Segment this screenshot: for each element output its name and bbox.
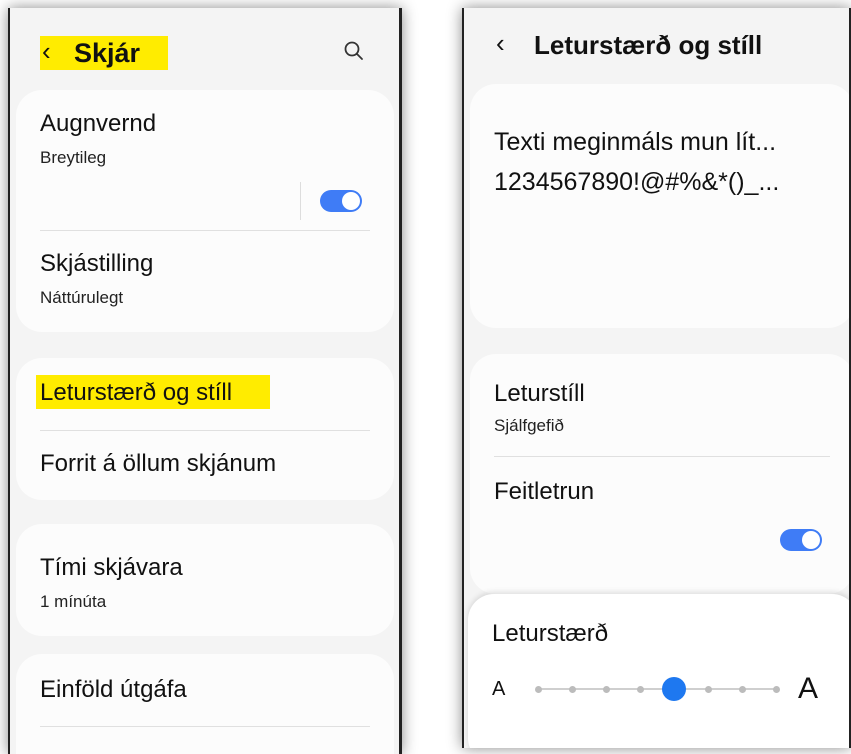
chevron-left-icon: ‹ (42, 36, 51, 66)
settings-card-2: Leturstærð og stíll Forrit á öllum skján… (16, 358, 394, 500)
slider-step-dot[interactable] (636, 685, 644, 693)
slider-step-dot[interactable] (704, 685, 712, 693)
font-size-card: Leturstærð A A (468, 594, 849, 748)
slider-step-dot[interactable] (772, 685, 780, 693)
page-title: Leturstærð og stíll (534, 30, 763, 60)
settings-card-4: Einföld útgáfa (16, 654, 394, 754)
slider-thumb[interactable] (662, 677, 686, 701)
screen-mode-title: Skjástilling (40, 250, 154, 277)
font-options-card: Leturstíll Sjálfgefið Feitletrun (470, 354, 849, 594)
font-size-style-screen: ‹ Leturstærð og stíll Texti meginmáls mu… (462, 8, 851, 748)
easy-mode-title: Einföld útgáfa (40, 676, 187, 703)
chevron-left-icon: ‹ (496, 28, 505, 58)
screen-mode-subtitle: Náttúrulegt (40, 288, 124, 307)
divider (40, 230, 370, 231)
preview-line-1: Texti meginmáls mun lít... (494, 128, 777, 156)
toggle-knob (342, 192, 360, 210)
search-button[interactable] (343, 40, 365, 67)
font-size-slider[interactable] (534, 676, 780, 702)
slider-step-dot[interactable] (568, 685, 576, 693)
divider (40, 726, 370, 727)
bold-font-title: Feitletrun (494, 478, 595, 505)
preview-line-2: 1234567890!@#%&*()_... (494, 168, 780, 196)
back-button[interactable]: ‹ (42, 38, 51, 64)
slider-step-dot[interactable] (602, 685, 610, 693)
full-screen-apps-title: Forrit á öllum skjánum (40, 450, 277, 477)
font-size-title: Leturstærð (492, 620, 609, 647)
divider (494, 456, 830, 457)
small-a-label: A (492, 678, 506, 700)
page-title: Skjár (74, 38, 141, 68)
font-style-subtitle: Sjálfgefið (494, 416, 564, 435)
toggle-separator (300, 182, 301, 220)
display-settings-screen: ‹ Skjár Augnvernd Breytileg Skjástilling… (8, 8, 402, 754)
toggle-knob (802, 531, 820, 549)
settings-card-1: Augnvernd Breytileg Skjástilling Náttúru… (16, 90, 394, 332)
eye-comfort-subtitle: Breytileg (40, 148, 107, 167)
large-a-label: A (798, 672, 819, 705)
search-icon (344, 41, 363, 60)
font-size-style-title: Leturstærð og stíll (40, 379, 233, 406)
screen-timeout-subtitle: 1 mínúta (40, 592, 107, 611)
bold-font-toggle[interactable] (780, 529, 822, 551)
eye-comfort-toggle[interactable] (320, 190, 362, 212)
back-button[interactable]: ‹ (496, 30, 505, 56)
slider-step-dot[interactable] (738, 685, 746, 693)
font-preview-card: Texti meginmáls mun lít... 1234567890!@#… (470, 84, 849, 328)
screen-timeout-title: Tími skjávara (40, 554, 183, 581)
font-style-title: Leturstíll (494, 380, 585, 407)
settings-card-3: Tími skjávara 1 mínúta (16, 524, 394, 636)
eye-comfort-title: Augnvernd (40, 110, 157, 137)
slider-step-dot[interactable] (534, 685, 542, 693)
divider (40, 430, 370, 431)
